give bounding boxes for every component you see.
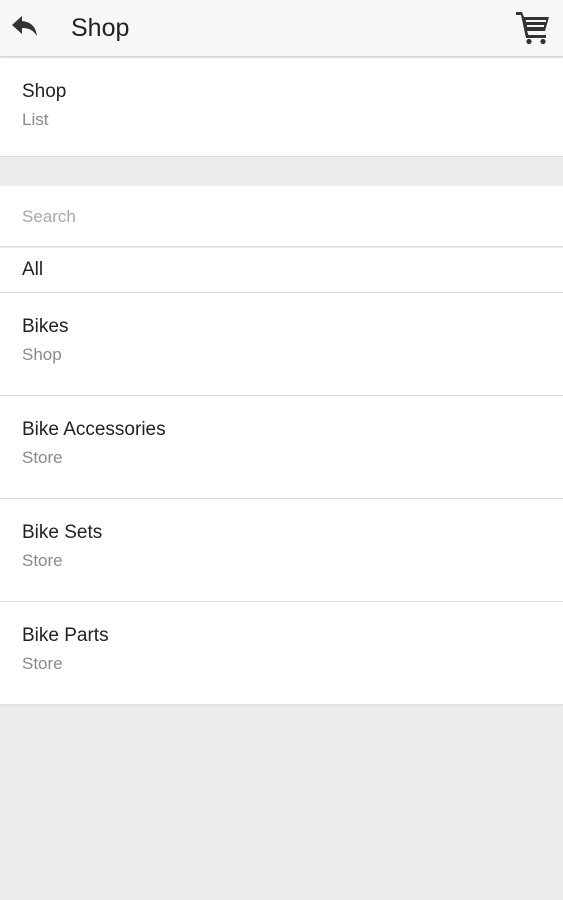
back-button[interactable] xyxy=(8,10,42,46)
list-item-name: Bike Parts xyxy=(22,625,109,646)
search-input[interactable] xyxy=(22,204,542,230)
list-item-name: Bikes xyxy=(22,316,69,337)
list-item[interactable]: Bike Sets Store xyxy=(0,499,563,602)
app-screen: Shop Shop List All Bikes Shop xyxy=(0,0,563,900)
header-subtitle: List xyxy=(22,110,49,129)
list-item-name: Bike Sets xyxy=(22,522,103,543)
shop-header-card: Shop List xyxy=(0,58,563,157)
list-item[interactable]: Bikes Shop xyxy=(0,293,563,396)
top-app-bar: Shop xyxy=(0,0,563,57)
list-item-subtitle: Store xyxy=(22,448,63,467)
list-item-all[interactable]: All xyxy=(0,248,563,293)
shopping-cart-icon xyxy=(515,9,551,50)
search-bar xyxy=(0,186,563,247)
page-title: Shop xyxy=(71,14,130,42)
header-title: Shop xyxy=(22,81,67,102)
category-list: All Bikes Shop Bike Accessories Store Bi… xyxy=(0,248,563,705)
list-item[interactable]: Bike Accessories Store xyxy=(0,396,563,499)
list-item-name: Bike Accessories xyxy=(22,419,166,440)
list-item-label: All xyxy=(22,259,44,280)
list-item-subtitle: Store xyxy=(22,551,63,570)
cart-button[interactable] xyxy=(513,9,553,49)
list-item-subtitle: Store xyxy=(22,654,63,673)
list-item-subtitle: Shop xyxy=(22,345,62,364)
list-item[interactable]: Bike Parts Store xyxy=(0,602,563,705)
reply-arrow-icon xyxy=(11,14,39,43)
